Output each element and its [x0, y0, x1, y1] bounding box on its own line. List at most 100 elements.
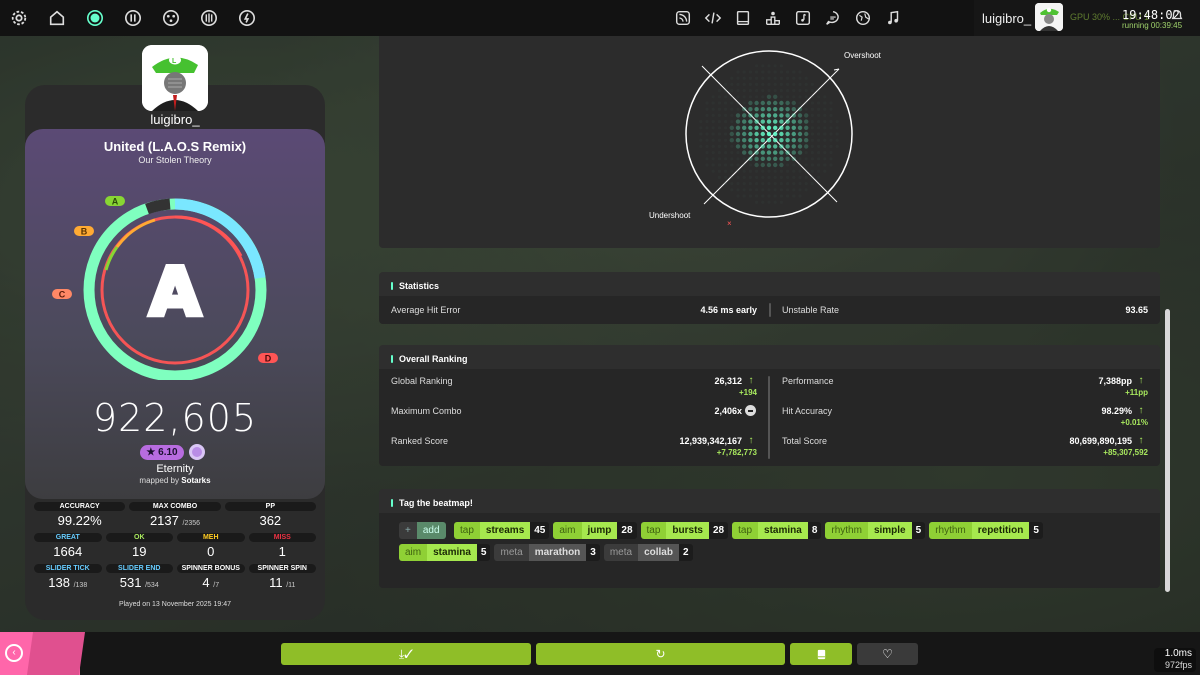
heatmap-dot — [829, 144, 833, 148]
heatmap-dot — [829, 157, 833, 161]
back-button-tab[interactable] — [26, 632, 86, 675]
tag-chip[interactable]: rhythm simple 5 — [825, 522, 926, 539]
difficulty-name: Eternity — [156, 463, 194, 475]
tag-chip[interactable]: aim jump 28 — [553, 522, 637, 539]
chat-icon[interactable] — [818, 0, 848, 36]
tag-chip[interactable]: rhythm repetition 5 — [929, 522, 1043, 539]
stats-row-1: ACCURACY 99.22% MAX COMBO 2137 /2356 PP … — [34, 502, 316, 528]
tag-chip[interactable]: tap stamina 8 — [732, 522, 822, 539]
download-button[interactable]: ⤓✓ — [281, 643, 531, 665]
heatmap-dot — [711, 169, 715, 173]
ruleset-catch-icon[interactable] — [152, 0, 190, 36]
heatmap-dot — [791, 150, 796, 155]
heatmap-dot — [760, 156, 765, 161]
tag-count: 28 — [708, 522, 729, 539]
heatmap-dot — [724, 126, 728, 130]
tag-category: meta — [494, 544, 529, 561]
tag-chip[interactable]: tap bursts 28 — [640, 522, 729, 539]
hit-accuracy-value: 98.29% — [1101, 406, 1132, 416]
heatmap-dot — [785, 138, 790, 143]
scrollbar[interactable] — [1165, 309, 1170, 592]
tag-chip[interactable]: meta collab 2 — [603, 544, 693, 561]
heatmap-dot — [754, 144, 759, 149]
heatmap-dot — [754, 138, 759, 143]
total-score: 922,605 — [92, 396, 258, 440]
heatmap-dot — [810, 163, 814, 167]
heatmap-dot — [810, 101, 814, 105]
heatmap-dot — [767, 169, 771, 173]
add-tag-button[interactable]: + add — [399, 522, 446, 539]
heatmap-dot — [779, 76, 783, 80]
settings-icon[interactable] — [0, 0, 38, 36]
grade-label-b: B — [81, 227, 88, 237]
heatmap-dot — [823, 163, 827, 167]
notifications-icon[interactable] — [1170, 8, 1184, 25]
avatar[interactable]: L — [142, 45, 208, 111]
heatmap-dot — [711, 157, 715, 161]
heatmap-dot — [791, 100, 796, 106]
heatmap-dot — [766, 107, 772, 112]
heatmap-dot — [730, 169, 734, 173]
heatmap-dot — [804, 138, 809, 143]
devtools-icon[interactable] — [698, 0, 728, 36]
ruleset-taiko-icon[interactable] — [114, 0, 152, 36]
retry-button[interactable]: ↻ — [536, 643, 785, 665]
tag-chip[interactable]: meta marathon 3 — [494, 544, 600, 561]
tag-name: marathon — [528, 544, 587, 561]
tag-chip[interactable]: aim stamina 5 — [399, 544, 491, 561]
ruleset-custom-icon[interactable] — [228, 0, 266, 36]
heatmap-dot — [754, 162, 759, 168]
heatmap-dot — [829, 101, 833, 105]
heatmap-dot — [717, 107, 721, 111]
heatmap-dot — [797, 131, 803, 137]
heatmap-dot — [792, 182, 796, 186]
heatmap-dot — [817, 175, 821, 179]
heatmap-dot — [760, 113, 765, 118]
mapper-name[interactable]: Sotarks — [181, 476, 210, 485]
tag-category: aim — [553, 522, 582, 539]
total-score-up-icon: ↑ — [1138, 435, 1144, 446]
grade-label-a: A — [112, 197, 119, 207]
heatmap-dot — [717, 89, 721, 93]
user-button[interactable]: luigibro_ GPU 30% ... CPU 1 19:48:02 run… — [974, 0, 1200, 36]
heatmap-dot — [760, 119, 765, 124]
heatmap-dot — [748, 138, 753, 143]
beatmap-listing-icon[interactable] — [788, 0, 818, 36]
ruleset-osu-icon[interactable] — [76, 0, 114, 36]
rankings-icon[interactable] — [758, 0, 788, 36]
heatmap-dot — [817, 144, 821, 148]
news-icon[interactable] — [668, 0, 698, 36]
heatmap-dot — [792, 70, 796, 74]
tag-category: meta — [603, 544, 639, 561]
dashboard-icon[interactable] — [848, 0, 878, 36]
heatmap-dot — [742, 89, 746, 93]
heatmap-dot — [804, 144, 809, 149]
tag-chip[interactable]: tap streams 45 — [453, 522, 550, 539]
undershoot-label: Undershoot — [649, 211, 691, 220]
music-icon[interactable] — [878, 0, 908, 36]
favourite-button[interactable]: ♡ — [857, 643, 918, 665]
heatmap-dot — [804, 101, 808, 105]
ruleset-mania-icon[interactable] — [190, 0, 228, 36]
heatmap-dot — [810, 89, 814, 93]
wiki-icon[interactable] — [728, 0, 758, 36]
heatmap-dot — [717, 144, 721, 148]
collection-button[interactable] — [790, 643, 852, 665]
mod-icon — [189, 444, 205, 460]
tag-count: 2 — [678, 544, 693, 561]
heatmap-dot — [797, 113, 803, 118]
total-score-value: 80,699,890,195 — [1069, 436, 1132, 446]
heatmap-dot — [761, 64, 765, 68]
heatmap-dot — [804, 107, 808, 111]
toolbar-right — [668, 0, 908, 36]
heatmap-dot — [791, 107, 796, 112]
heatmap-dot — [699, 126, 703, 130]
heatmap-dot — [779, 95, 783, 99]
heatmap-dot — [804, 157, 808, 161]
home-icon[interactable] — [38, 0, 76, 36]
heatmap-dot — [711, 132, 715, 136]
heatmap-dot — [742, 70, 746, 74]
heatmap-dot — [835, 132, 839, 136]
heatmap-dot — [761, 82, 765, 86]
heatmap-dot — [786, 95, 790, 99]
